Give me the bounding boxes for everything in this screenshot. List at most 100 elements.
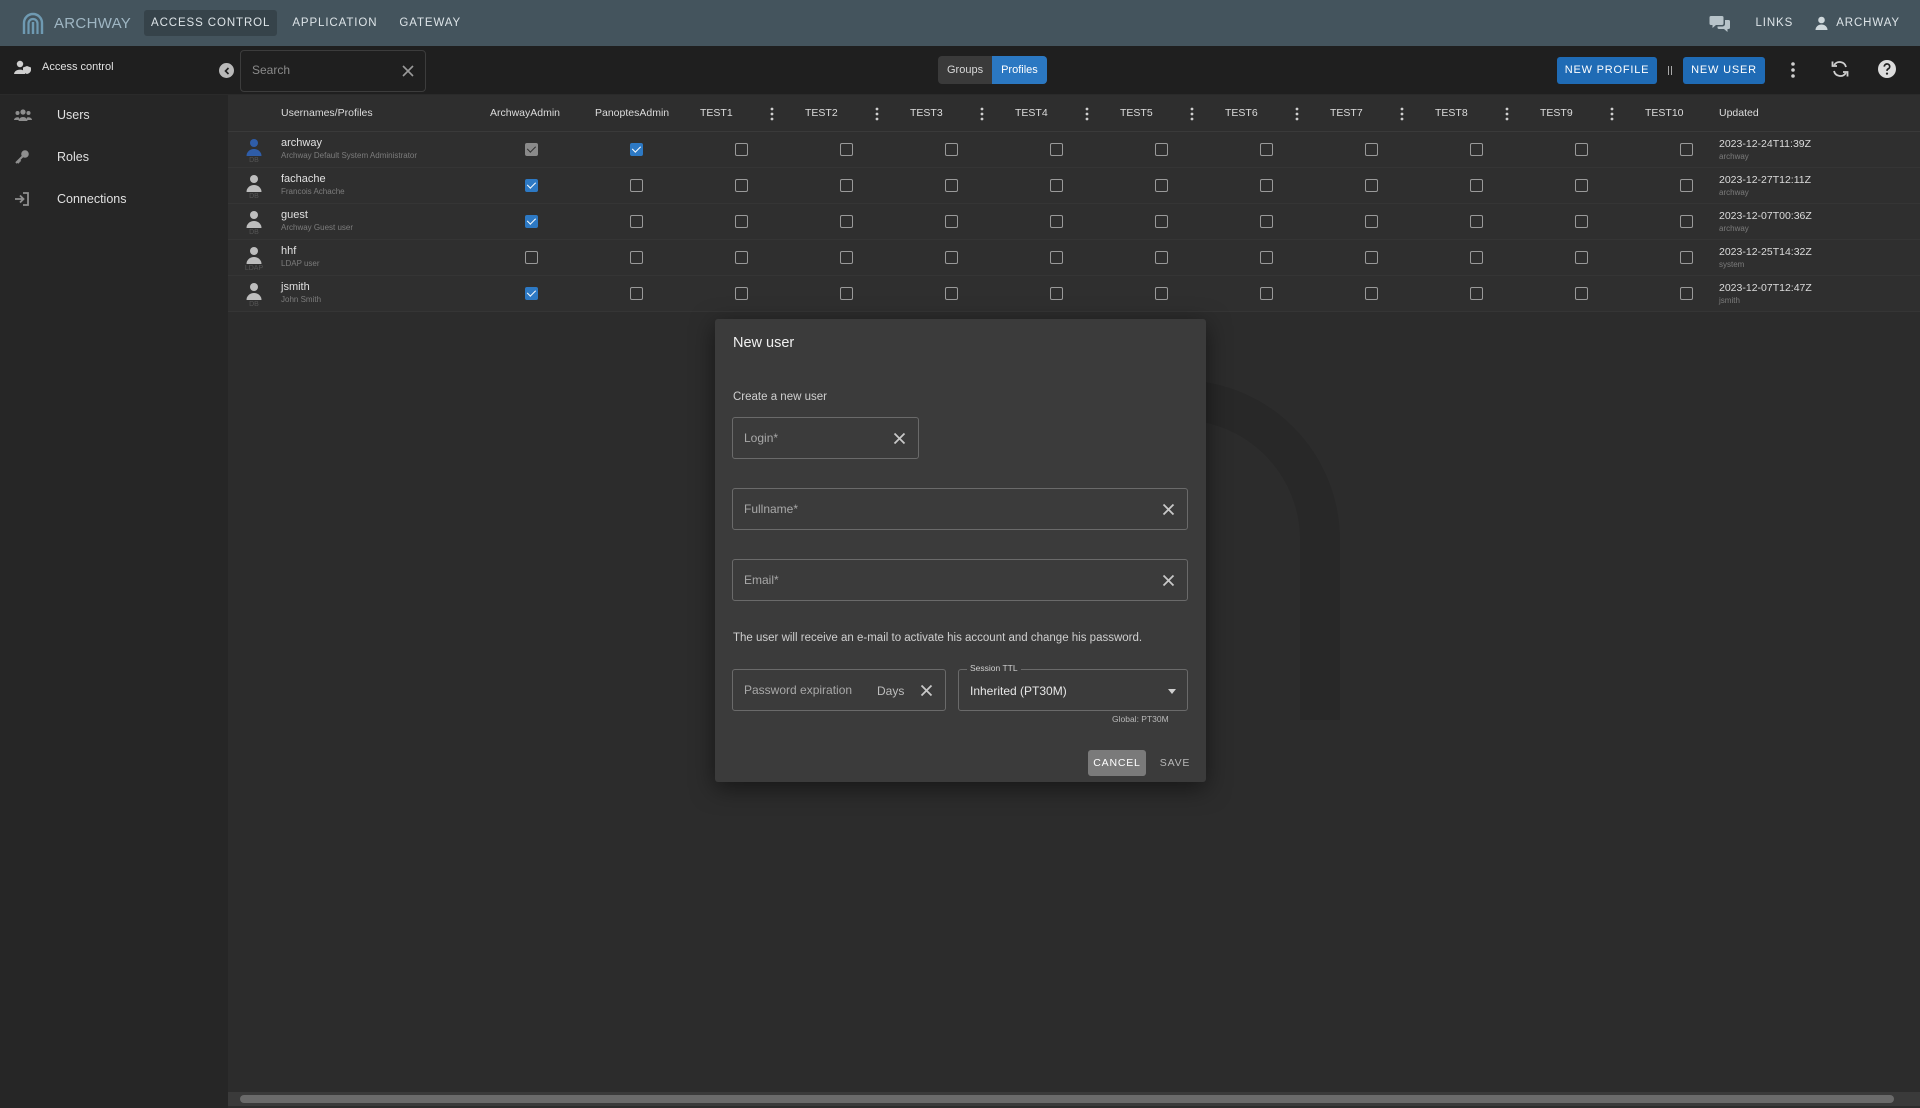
test3-checkbox[interactable] [945, 251, 958, 264]
header-test6[interactable]: TEST6 [1225, 95, 1258, 132]
test5-checkbox[interactable] [1155, 251, 1168, 264]
clear-login-icon[interactable] [893, 432, 906, 445]
test2-checkbox[interactable] [840, 179, 853, 192]
clear-email-icon[interactable] [1162, 574, 1175, 587]
test7-checkbox[interactable] [1365, 179, 1378, 192]
test9-checkbox[interactable] [1575, 143, 1588, 156]
header-test9[interactable]: TEST9 [1540, 95, 1573, 132]
test7-checkbox[interactable] [1365, 287, 1378, 300]
test1-checkbox[interactable] [735, 251, 748, 264]
test1-checkbox[interactable] [735, 287, 748, 300]
segment-profiles[interactable]: Profiles [992, 56, 1047, 84]
test3-checkbox[interactable] [945, 215, 958, 228]
archwayadmin-checkbox[interactable] [525, 287, 538, 300]
test4-checkbox[interactable] [1050, 215, 1063, 228]
test4-checkbox[interactable] [1050, 287, 1063, 300]
test3-checkbox[interactable] [945, 143, 958, 156]
header-panoptesadmin[interactable]: PanoptesAdmin [595, 95, 669, 132]
table-row[interactable]: DB jsmith John Smith 2023-12-07T12:47Z jsmit… [228, 276, 1920, 312]
test2-checkbox[interactable] [840, 251, 853, 264]
test7-checkbox[interactable] [1365, 215, 1378, 228]
test10-checkbox[interactable] [1680, 251, 1693, 264]
clear-password-expiration-icon[interactable] [920, 684, 933, 697]
column-menu-icon[interactable] [769, 107, 775, 121]
fullname-input[interactable] [744, 502, 1144, 516]
test10-checkbox[interactable] [1680, 287, 1693, 300]
nav-gateway[interactable]: GATEWAY [392, 10, 468, 36]
test6-checkbox[interactable] [1260, 143, 1273, 156]
test10-checkbox[interactable] [1680, 215, 1693, 228]
chat-icon[interactable] [1709, 12, 1731, 34]
panoptesadmin-checkbox[interactable] [630, 215, 643, 228]
column-menu-icon[interactable] [874, 107, 880, 121]
session-ttl-select[interactable]: Session TTL Inherited (PT30M) [958, 663, 1188, 711]
scrollbar-thumb[interactable] [240, 1095, 1894, 1103]
test8-checkbox[interactable] [1470, 287, 1483, 300]
clear-search-icon[interactable] [401, 64, 415, 78]
collapse-sidebar-button[interactable] [219, 63, 234, 78]
search-input[interactable] [252, 63, 392, 77]
table-row[interactable]: DB archway Archway Default System Administ… [228, 132, 1920, 168]
panoptesadmin-checkbox[interactable] [630, 143, 643, 156]
test6-checkbox[interactable] [1260, 179, 1273, 192]
test5-checkbox[interactable] [1155, 287, 1168, 300]
test9-checkbox[interactable] [1575, 287, 1588, 300]
test7-checkbox[interactable] [1365, 251, 1378, 264]
test3-checkbox[interactable] [945, 287, 958, 300]
column-menu-icon[interactable] [1399, 107, 1405, 121]
save-button[interactable]: SAVE [1155, 750, 1195, 776]
test6-checkbox[interactable] [1260, 287, 1273, 300]
test8-checkbox[interactable] [1470, 251, 1483, 264]
clear-fullname-icon[interactable] [1162, 503, 1175, 516]
split-handle[interactable] [1668, 66, 1672, 75]
test5-checkbox[interactable] [1155, 179, 1168, 192]
sidebar-item-users[interactable]: Users [0, 95, 228, 135]
refresh-icon[interactable] [1830, 59, 1850, 79]
horizontal-scrollbar[interactable] [228, 1092, 1920, 1106]
test6-checkbox[interactable] [1260, 251, 1273, 264]
table-row[interactable]: LDAP hhf LDAP user 2023-12-25T14:32Z system [228, 240, 1920, 276]
links-menu[interactable]: LINKS [1755, 17, 1793, 29]
cancel-button[interactable]: CANCEL [1088, 750, 1146, 776]
column-menu-icon[interactable] [979, 107, 985, 121]
nav-application[interactable]: APPLICATION [285, 10, 384, 36]
column-menu-icon[interactable] [1609, 107, 1615, 121]
header-test1[interactable]: TEST1 [700, 95, 733, 132]
test4-checkbox[interactable] [1050, 179, 1063, 192]
table-row[interactable]: DB fachache Francois Achache 2023-12-27T12:… [228, 168, 1920, 204]
sidebar-item-connections[interactable]: Connections [0, 179, 228, 219]
segment-groups[interactable]: Groups [938, 56, 992, 84]
test9-checkbox[interactable] [1575, 179, 1588, 192]
test9-checkbox[interactable] [1575, 251, 1588, 264]
test8-checkbox[interactable] [1470, 179, 1483, 192]
test2-checkbox[interactable] [840, 143, 853, 156]
test2-checkbox[interactable] [840, 287, 853, 300]
help-icon[interactable] [1877, 59, 1897, 79]
panoptesadmin-checkbox[interactable] [630, 179, 643, 192]
header-updated[interactable]: Updated [1719, 95, 1759, 132]
test9-checkbox[interactable] [1575, 215, 1588, 228]
header-test3[interactable]: TEST3 [910, 95, 943, 132]
brand[interactable]: ARCHWAY [20, 10, 144, 36]
nav-access-control[interactable]: ACCESS CONTROL [144, 10, 278, 36]
test1-checkbox[interactable] [735, 143, 748, 156]
test5-checkbox[interactable] [1155, 215, 1168, 228]
column-menu-icon[interactable] [1504, 107, 1510, 121]
test3-checkbox[interactable] [945, 179, 958, 192]
test1-checkbox[interactable] [735, 215, 748, 228]
test7-checkbox[interactable] [1365, 143, 1378, 156]
login-input[interactable] [744, 431, 884, 445]
panoptesadmin-checkbox[interactable] [630, 287, 643, 300]
password-expiration-input[interactable] [744, 683, 869, 697]
header-test2[interactable]: TEST2 [805, 95, 838, 132]
test8-checkbox[interactable] [1470, 143, 1483, 156]
sidebar-item-roles[interactable]: Roles [0, 137, 228, 177]
user-menu[interactable]: ARCHWAY [1815, 16, 1900, 30]
test10-checkbox[interactable] [1680, 143, 1693, 156]
header-test8[interactable]: TEST8 [1435, 95, 1468, 132]
test1-checkbox[interactable] [735, 179, 748, 192]
more-vert-icon[interactable] [1787, 60, 1799, 80]
archwayadmin-checkbox[interactable] [525, 251, 538, 264]
archwayadmin-checkbox[interactable] [525, 179, 538, 192]
column-menu-icon[interactable] [1084, 107, 1090, 121]
